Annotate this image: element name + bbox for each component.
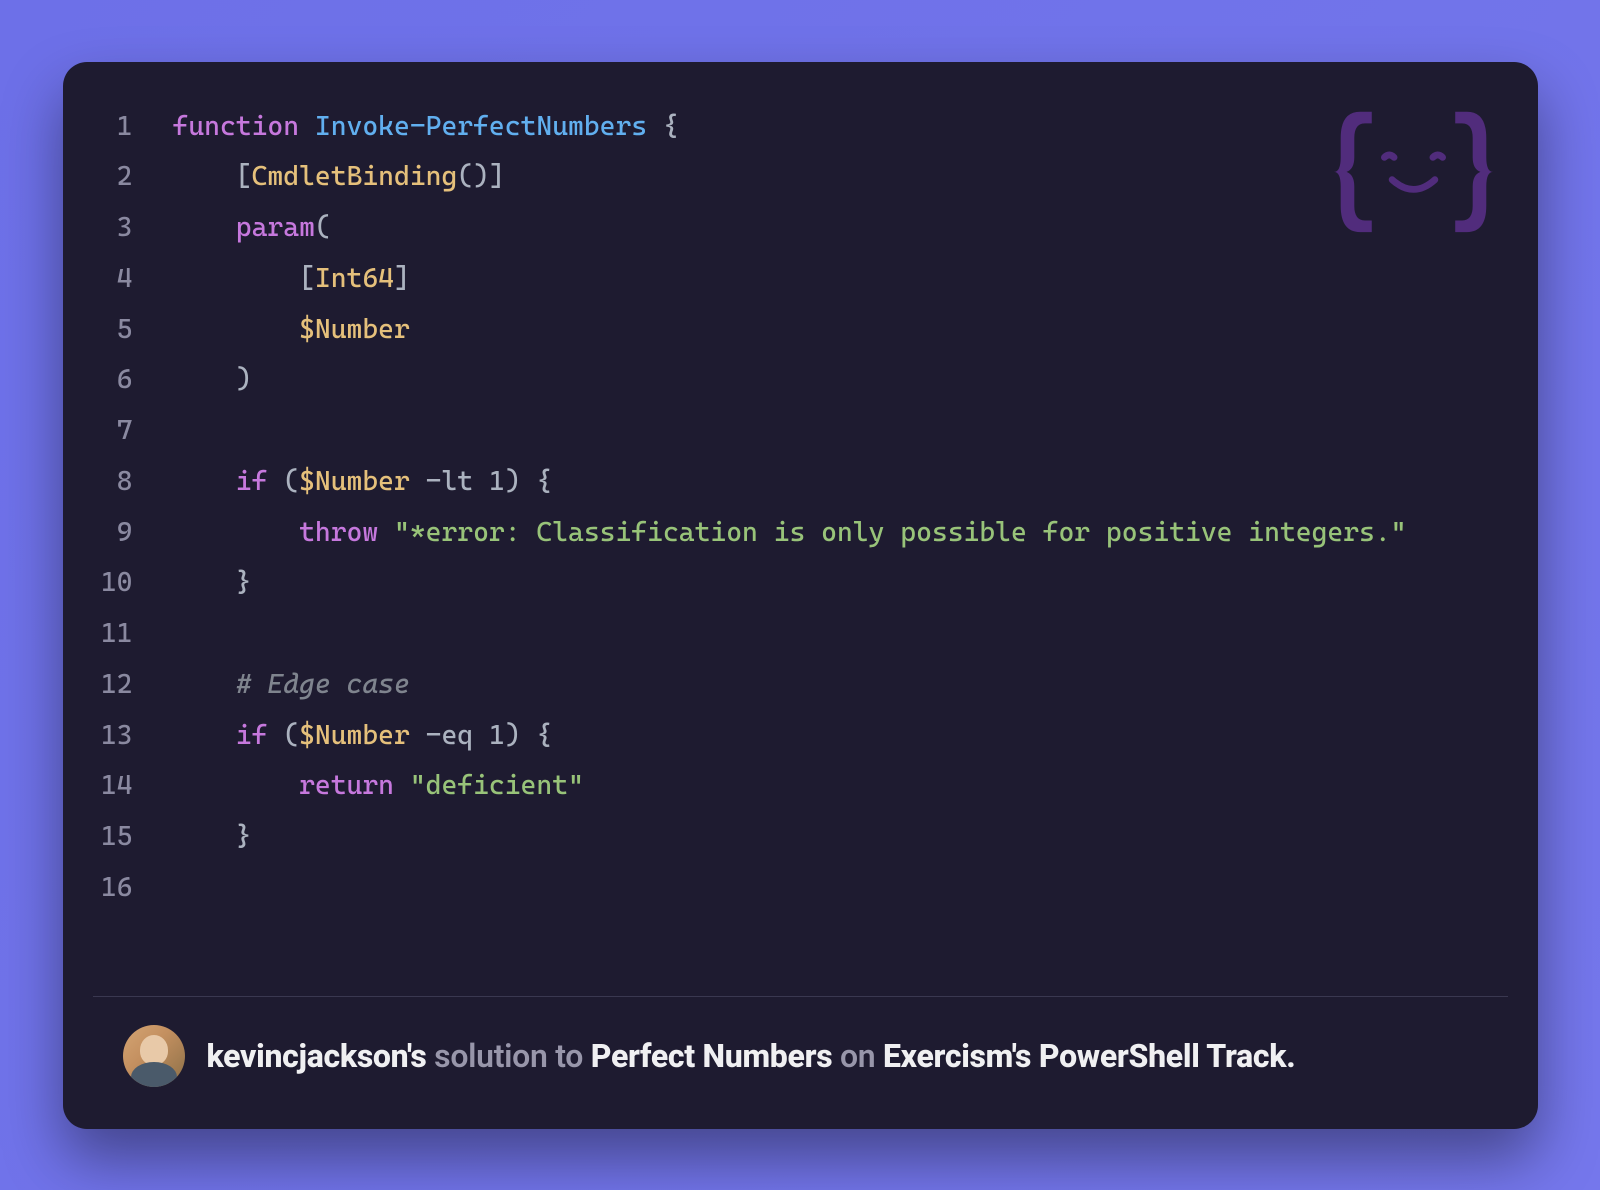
avatar bbox=[123, 1025, 185, 1087]
solution-card: 1function Invoke-PerfectNumbers {2 [Cmdl… bbox=[63, 62, 1538, 1129]
solution-to-text: solution to bbox=[427, 1037, 591, 1075]
code-line: 7 bbox=[93, 406, 1508, 457]
line-number: 10 bbox=[93, 558, 173, 609]
line-content: function Invoke-PerfectNumbers { bbox=[173, 102, 1508, 153]
code-line: 1function Invoke-PerfectNumbers { bbox=[93, 102, 1508, 153]
line-number: 9 bbox=[93, 508, 173, 559]
code-line: 2 [CmdletBinding()] bbox=[93, 152, 1508, 203]
code-line: 6 ) bbox=[93, 355, 1508, 406]
line-number: 2 bbox=[93, 152, 173, 203]
code-line: 4 [Int64] bbox=[93, 254, 1508, 305]
code-line: 13 if ($Number -eq 1) { bbox=[93, 711, 1508, 762]
line-number: 14 bbox=[93, 761, 173, 812]
line-content: if ($Number -eq 1) { bbox=[173, 711, 1508, 762]
code-line: 11 bbox=[93, 609, 1508, 660]
line-number: 1 bbox=[93, 102, 173, 153]
line-number: 3 bbox=[93, 203, 173, 254]
code-line: 10 } bbox=[93, 558, 1508, 609]
line-content: $Number bbox=[173, 305, 1508, 356]
code-line: 12 # Edge case bbox=[93, 660, 1508, 711]
code-line: 15 } bbox=[93, 812, 1508, 863]
site-name: Exercism's bbox=[883, 1037, 1031, 1075]
line-number: 5 bbox=[93, 305, 173, 356]
code-line: 5 $Number bbox=[93, 305, 1508, 356]
line-number: 16 bbox=[93, 863, 173, 914]
code-line: 9 throw "*error: Classification is only … bbox=[93, 508, 1508, 559]
footer: kevincjackson's solution to Perfect Numb… bbox=[93, 996, 1508, 1129]
line-content: param( bbox=[173, 203, 1508, 254]
line-content: [Int64] bbox=[173, 254, 1508, 305]
line-number: 15 bbox=[93, 812, 173, 863]
line-content: if ($Number -lt 1) { bbox=[173, 457, 1508, 508]
line-content bbox=[173, 609, 1508, 660]
code-line: 3 param( bbox=[93, 203, 1508, 254]
username: kevincjackson's bbox=[207, 1037, 427, 1075]
code-line: 8 if ($Number -lt 1) { bbox=[93, 457, 1508, 508]
code-block: 1function Invoke-PerfectNumbers {2 [Cmdl… bbox=[93, 102, 1508, 914]
code-line: 14 return "deficient" bbox=[93, 761, 1508, 812]
line-number: 7 bbox=[93, 406, 173, 457]
line-content bbox=[173, 863, 1508, 914]
line-content: return "deficient" bbox=[173, 761, 1508, 812]
track-name: PowerShell Track. bbox=[1031, 1037, 1295, 1075]
line-content: } bbox=[173, 558, 1508, 609]
line-number: 11 bbox=[93, 609, 173, 660]
exercise-name: Perfect Numbers bbox=[591, 1037, 833, 1075]
line-content: } bbox=[173, 812, 1508, 863]
on-text: on bbox=[832, 1037, 883, 1075]
line-content: # Edge case bbox=[173, 660, 1508, 711]
line-content: throw "*error: Classification is only po… bbox=[173, 508, 1508, 559]
line-content: ) bbox=[173, 355, 1508, 406]
attribution-text: kevincjackson's solution to Perfect Numb… bbox=[207, 1037, 1296, 1075]
line-number: 12 bbox=[93, 660, 173, 711]
line-number: 6 bbox=[93, 355, 173, 406]
line-content: [CmdletBinding()] bbox=[173, 152, 1508, 203]
code-line: 16 bbox=[93, 863, 1508, 914]
line-content bbox=[173, 406, 1508, 457]
code-area: 1function Invoke-PerfectNumbers {2 [Cmdl… bbox=[63, 62, 1538, 996]
line-number: 4 bbox=[93, 254, 173, 305]
line-number: 8 bbox=[93, 457, 173, 508]
line-number: 13 bbox=[93, 711, 173, 762]
